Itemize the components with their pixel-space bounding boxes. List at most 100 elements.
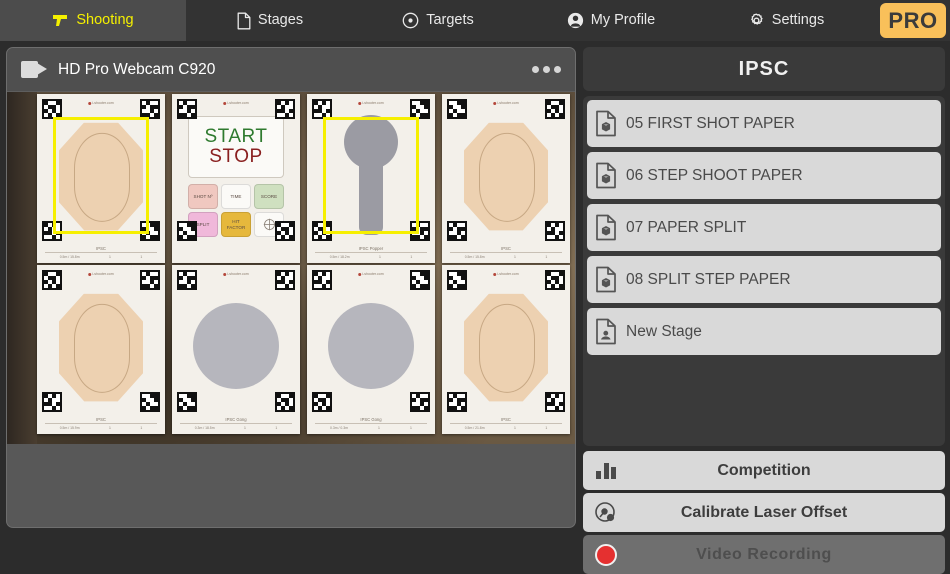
target-dimensions: 0.5m / 15.8m <box>464 255 485 259</box>
tab-shooting[interactable]: Shooting <box>0 0 186 41</box>
tab-targets[interactable]: Targets <box>354 0 522 41</box>
tab-targets-label: Targets <box>426 12 474 29</box>
webcam-header: HD Pro Webcam C920 <box>7 48 575 92</box>
target-dimensions: 0.3m / 0.3m <box>330 426 348 430</box>
aruco-marker <box>312 99 332 119</box>
target-dimensions: 0.5m / 18.2m <box>329 255 350 259</box>
target-card[interactable]: i-shooter.com IPSC Gong 0.3m / 18.5m 1 1 <box>172 265 300 434</box>
target-card[interactable]: i-shooter.com START STOP SHOT Nº TIME SCORE SP… <box>172 94 300 263</box>
aruco-marker <box>275 221 295 241</box>
target-card[interactable]: i-shooter.com IPSC 0.5m / 15.8m 1 1 <box>442 94 570 263</box>
aruco-marker <box>545 99 565 119</box>
target-value-1: 1 <box>514 426 516 430</box>
aruco-marker <box>140 270 160 290</box>
target-value-2: 1 <box>410 426 412 430</box>
stage-cube-document-icon <box>595 214 617 241</box>
pro-badge[interactable]: PRO <box>880 3 946 38</box>
stage-item-1[interactable]: 05 FIRST SHOT PAPER <box>587 100 941 147</box>
webcam-title: HD Pro Webcam C920 <box>58 60 216 78</box>
target-value-1: 1 <box>514 255 516 259</box>
tab-shooting-label: Shooting <box>76 12 134 29</box>
target-value-2: 1 <box>140 426 143 430</box>
target-dimensions: 0.3m / 18.5m <box>194 426 215 430</box>
aruco-marker <box>177 392 197 412</box>
target-card[interactable]: i-shooter.com IPSC 0.5m / 15.9m 1 1 <box>37 265 165 434</box>
stage-item-label: 07 PAPER SPLIT <box>626 218 747 236</box>
target-value-2: 1 <box>140 255 143 259</box>
aruco-marker <box>312 392 332 412</box>
start-stop-box[interactable]: START STOP <box>188 116 284 178</box>
stage-item-label: 08 SPLIT STEP PAPER <box>626 270 791 288</box>
competition-label: Competition <box>717 461 811 479</box>
target-name: IPSC <box>450 417 562 424</box>
webcam-panel: HD Pro Webcam C920 i-shooter.com IPSC 0.5m… <box>6 47 576 528</box>
aruco-marker <box>447 392 467 412</box>
feed-left-shadow <box>7 92 37 444</box>
target-card[interactable]: i-shooter.com IPSC 0.5m / 21.8m 1 1 <box>442 265 570 434</box>
calibrate-laser-offset-button[interactable]: Calibrate Laser Offset <box>583 493 945 532</box>
aruco-marker <box>447 270 467 290</box>
target-value-1: 1 <box>378 426 380 430</box>
target-brand: i-shooter.com <box>358 272 384 276</box>
stage-item-label: New Stage <box>626 322 702 340</box>
aruco-marker <box>42 392 62 412</box>
gear-icon <box>748 12 765 29</box>
target-name: IPSC <box>45 417 157 424</box>
control-button-5[interactable]: HIT FACTOR <box>221 212 251 237</box>
target-reticle-icon <box>402 12 419 29</box>
stage-item-2[interactable]: 06 STEP SHOOT PAPER <box>587 152 941 199</box>
pistol-icon <box>52 14 69 27</box>
target-dimensions: 0.5m / 21.8m <box>464 426 485 430</box>
video-recording-button[interactable]: Video Recording <box>583 535 945 574</box>
aruco-marker <box>42 221 62 241</box>
stage-list: 05 FIRST SHOT PAPER 06 STEP SHOOT PAPER 07… <box>583 96 945 446</box>
ipsc-target-shape <box>59 122 143 231</box>
target-card[interactable]: i-shooter.com IPSC Gong 0.3m / 0.3m 1 1 <box>307 265 435 434</box>
aruco-marker <box>42 270 62 290</box>
aruco-marker <box>140 221 160 241</box>
stage-item-5[interactable]: New Stage <box>587 308 941 355</box>
stage-item-3[interactable]: 07 PAPER SPLIT <box>587 204 941 251</box>
video-recording-label: Video Recording <box>696 545 832 563</box>
aruco-marker <box>140 392 160 412</box>
camera-feed[interactable]: i-shooter.com IPSC 0.5m / 15.8m 1 1 i-shooter… <box>7 92 575 444</box>
target-dimensions: 0.5m / 15.8m <box>59 255 80 259</box>
start-label[interactable]: START <box>204 127 267 147</box>
target-name: IPSC <box>450 246 562 253</box>
sidebar-actions: Competition Calibrate Laser Offset Video… <box>583 451 945 574</box>
target-footer: IPSC Popper 0.5m / 18.2m 1 1 <box>315 246 427 259</box>
tab-settings[interactable]: Settings <box>700 0 872 41</box>
competition-button[interactable]: Competition <box>583 451 945 490</box>
more-options-icon[interactable] <box>532 66 561 73</box>
target-footer: IPSC 0.5m / 21.8m 1 1 <box>450 417 562 430</box>
target-footer: IPSC Gong 0.3m / 18.5m 1 1 <box>180 417 292 430</box>
target-value-2: 1 <box>410 255 413 259</box>
stage-item-4[interactable]: 08 SPLIT STEP PAPER <box>587 256 941 303</box>
stop-label[interactable]: STOP <box>209 147 262 167</box>
target-value-2: 1 <box>275 426 278 430</box>
aruco-marker <box>410 270 430 290</box>
tab-my-profile[interactable]: My Profile <box>522 0 700 41</box>
aruco-marker <box>545 221 565 241</box>
target-footer: IPSC Gong 0.3m / 0.3m 1 1 <box>315 417 427 430</box>
control-button-1[interactable]: SHOT Nº <box>188 184 218 209</box>
gong-target-shape <box>193 303 279 390</box>
aruco-marker <box>275 270 295 290</box>
target-card[interactable]: i-shooter.com IPSC 0.5m / 15.8m 1 1 <box>37 94 165 263</box>
aruco-marker <box>545 392 565 412</box>
tab-stages[interactable]: Stages <box>186 0 354 41</box>
aruco-marker <box>140 99 160 119</box>
aruco-marker <box>312 221 332 241</box>
stage-cube-document-icon <box>595 162 617 189</box>
bar-chart-icon <box>589 462 623 479</box>
target-brand: i-shooter.com <box>88 272 114 276</box>
target-footer: IPSC 0.5m / 15.9m 1 1 <box>45 417 157 430</box>
control-button-3[interactable]: SCORE <box>254 184 284 209</box>
control-button-2[interactable]: TIME <box>221 184 251 209</box>
target-card[interactable]: i-shooter.com IPSC Popper 0.5m / 18.2m 1 1 <box>307 94 435 263</box>
aruco-marker <box>410 99 430 119</box>
target-value-2: 1 <box>545 255 548 259</box>
aruco-marker <box>410 221 430 241</box>
target-brand: i-shooter.com <box>88 101 114 105</box>
control-button-grid: SHOT Nº TIME SCORE SPLIT HIT FACTOR <box>188 184 284 237</box>
